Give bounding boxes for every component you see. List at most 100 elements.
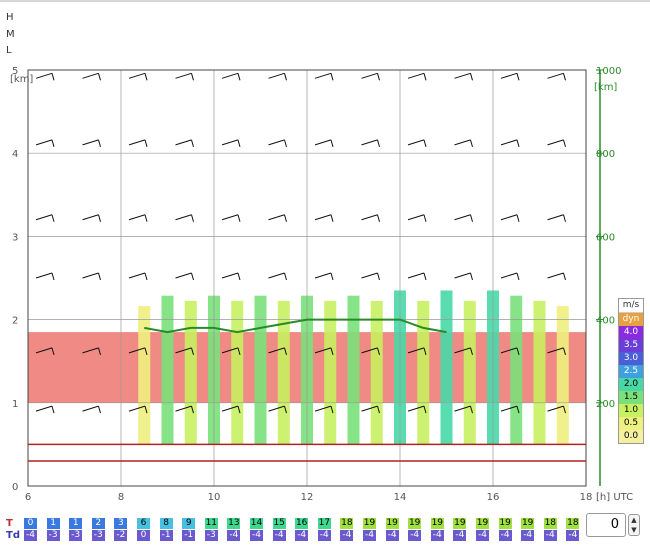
right-tick-label: 1000	[596, 66, 621, 77]
temperature-cell: 1	[69, 518, 83, 529]
x-tick-label: 8	[118, 492, 124, 503]
wind-barb-icon	[35, 214, 55, 222]
dewpoint-cell: -3	[46, 530, 60, 541]
speed-column-16	[510, 295, 523, 445]
speed-column-10	[370, 300, 383, 445]
dewpoint-cell: -3	[91, 530, 105, 541]
speed-column-14	[463, 300, 476, 445]
wind-barb-icon	[407, 214, 427, 222]
temperature-cell: 9	[182, 518, 196, 529]
stepper-arrows[interactable]: ▲ ▼	[628, 514, 640, 536]
temperature-cell: 1	[46, 518, 60, 529]
wind-barb-icon	[500, 272, 520, 281]
speed-column-2	[184, 300, 197, 445]
legend-swatch: 3.5	[619, 339, 643, 352]
wind-barb-icon	[35, 72, 55, 81]
speed-column-18	[556, 306, 569, 445]
wind-barb-icon	[221, 214, 241, 222]
wind-barb-icon	[454, 139, 473, 148]
right-tick-label: 200	[596, 399, 615, 410]
t-row-label: T	[6, 518, 13, 529]
temperature-cell: 11	[204, 518, 218, 529]
dewpoint-cell: -4	[385, 530, 399, 541]
x-tick-label: 6	[25, 492, 31, 503]
stepper-down-icon[interactable]: ▼	[629, 525, 639, 535]
dewpoint-cell: -4	[430, 530, 444, 541]
temperature-cell: 19	[453, 518, 467, 529]
wind-barb-icon	[314, 214, 334, 222]
temperature-cell: 3	[114, 518, 128, 529]
wind-barb-icon	[547, 214, 566, 222]
temperature-cell: 19	[408, 518, 422, 529]
wind-barb-icon	[82, 405, 101, 414]
wind-barb-icon	[500, 214, 520, 222]
temperature-cell: 15	[272, 518, 286, 529]
temperature-cell: 18	[543, 518, 557, 529]
wind-barb-icon	[407, 72, 427, 81]
wind-barb-icon	[221, 272, 241, 281]
dewpoint-cell: -4	[363, 530, 376, 541]
wind-barb-icon	[175, 214, 194, 222]
dewpoint-cell: -4	[340, 530, 354, 541]
legend-swatch: 2.0	[619, 378, 643, 391]
speed-column-4	[231, 300, 244, 445]
temperature-cell: 19	[521, 518, 535, 529]
wind-barb-icon	[547, 139, 566, 148]
right-tick-label: 600	[596, 232, 615, 243]
stepper-up-icon[interactable]: ▲	[629, 515, 639, 525]
right-axis-label: [km]	[594, 82, 617, 93]
temperature-cell: 16	[295, 518, 309, 529]
temperature-cell: 18	[566, 518, 580, 529]
wind-barb-icon	[547, 272, 566, 281]
wind-barb-icon	[35, 405, 55, 414]
wind-barb-icon	[82, 72, 101, 81]
wind-barb-icon	[128, 214, 148, 222]
stepper-value: 0	[610, 517, 619, 532]
meteogram-frame: H M L 6 8 10 12 14 16 18 0 1 2 3 4 5 [km] 200 400 600 800…	[0, 0, 650, 546]
legend-swatch: 1.0	[619, 404, 643, 417]
right-tick-label: 800	[596, 149, 615, 160]
dewpoint-cell: -1	[159, 530, 173, 541]
y-tick-label: 4	[12, 149, 18, 160]
temperature-cell: 19	[430, 518, 444, 529]
x-tick-label: 12	[301, 492, 314, 503]
speed-column-8	[324, 300, 337, 445]
temperature-cell: 19	[363, 518, 376, 529]
speed-column-0	[138, 306, 151, 445]
wind-barb-icon	[82, 139, 101, 148]
y-tick-label: 1	[12, 399, 18, 410]
legend-swatch: 0.5	[619, 417, 643, 430]
y-tick-label: 3	[12, 232, 18, 243]
speed-column-5	[254, 295, 267, 445]
x-tick-label: 10	[208, 492, 221, 503]
dewpoint-cell: -4	[543, 530, 557, 541]
temperature-cell: 14	[250, 518, 263, 529]
wind-barb-icon	[454, 214, 473, 222]
dewpoint-cell: -4	[24, 530, 37, 541]
wind-barb-icon	[407, 139, 427, 148]
dewpoint-cell: -4	[295, 530, 309, 541]
x-axis-label: [h] UTC	[596, 492, 633, 503]
temperature-cell: 19	[385, 518, 399, 529]
hour-stepper[interactable]: 0	[586, 513, 626, 537]
legend-title: m/s	[619, 299, 643, 313]
temperature-cell: 6	[137, 518, 150, 529]
wind-barb-icon	[82, 272, 101, 281]
dewpoint-cell: -4	[476, 530, 489, 541]
wind-barb-icon	[268, 72, 287, 81]
temperature-cell: 19	[476, 518, 489, 529]
y-axis-label: [km]	[10, 74, 33, 85]
wind-barb-icon	[175, 139, 194, 148]
wind-barb-icon	[454, 272, 473, 281]
dewpoint-cell: 0	[137, 530, 150, 541]
speed-column-9	[347, 295, 360, 445]
dewpoint-cell: -4	[272, 530, 286, 541]
legend-swatch: 1.5	[619, 391, 643, 404]
speed-column-1	[161, 295, 174, 445]
wind-barb-icon	[500, 72, 520, 81]
legend-swatch: dyn	[619, 313, 643, 326]
legend-swatch: 3.0	[619, 352, 643, 365]
dewpoint-cell: -4	[408, 530, 422, 541]
td-row-label: Td	[6, 530, 20, 541]
speed-legend: m/s dyn 4.0 3.5 3.0 2.5 2.0 1.5 1.0 0.5 0.0	[618, 298, 644, 444]
